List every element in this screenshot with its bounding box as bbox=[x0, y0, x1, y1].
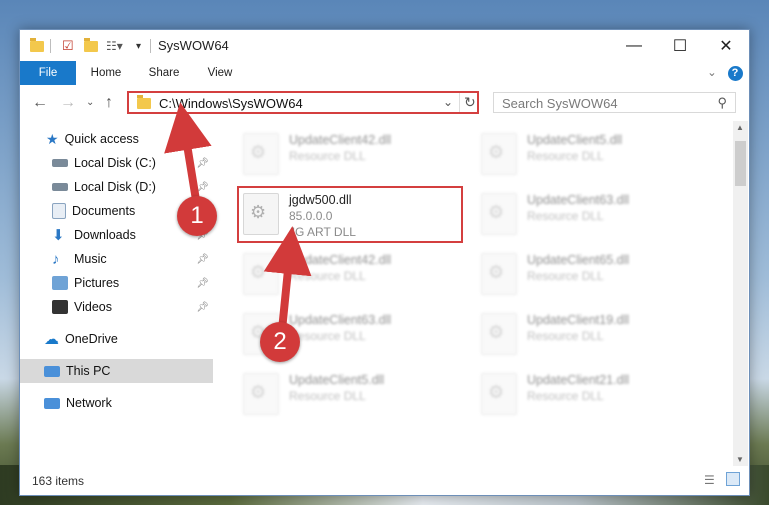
step-badge-1: 1 bbox=[177, 196, 217, 236]
step-badge-2: 2 bbox=[260, 322, 300, 362]
arrow-to-file bbox=[263, 226, 312, 334]
arrow-to-address-bar bbox=[164, 102, 212, 204]
annotation-arrows bbox=[164, 102, 312, 334]
